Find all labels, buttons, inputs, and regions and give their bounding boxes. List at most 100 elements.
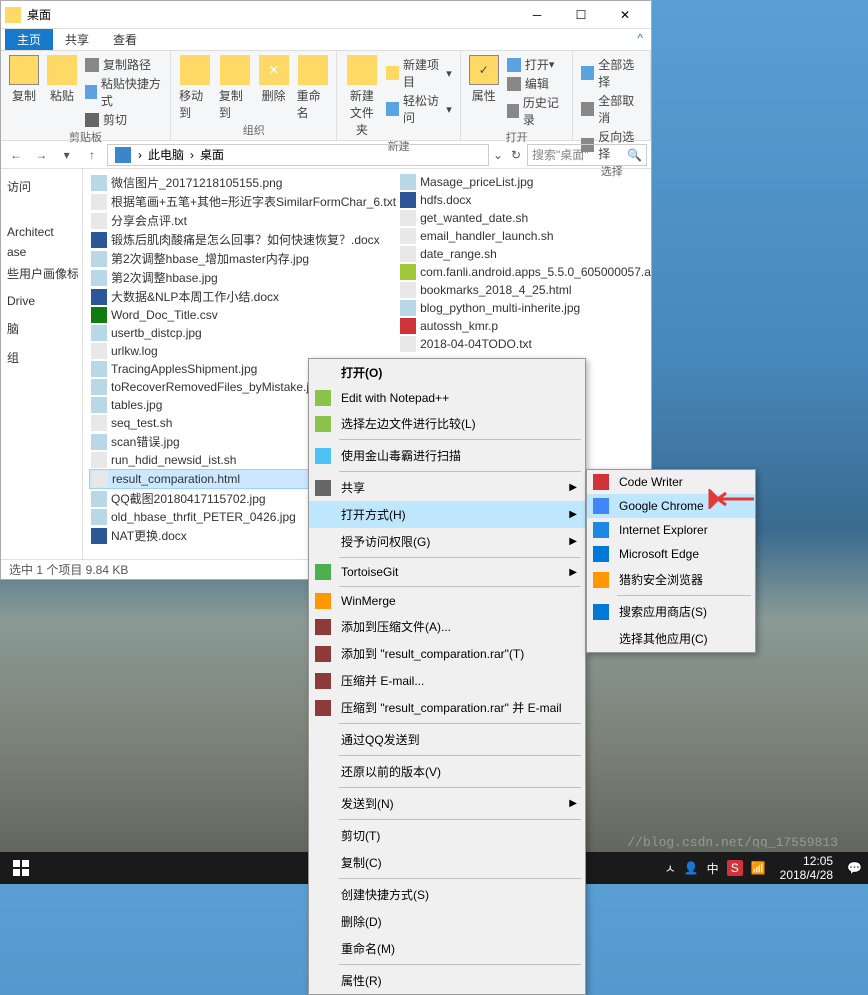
tab-home[interactable]: 主页	[5, 29, 53, 50]
menu-item[interactable]: 搜索应用商店(S)	[587, 598, 755, 625]
breadcrumb-dropdown[interactable]: ⌄	[493, 148, 503, 162]
refresh-button[interactable]: ↻	[505, 148, 527, 162]
file-item[interactable]: hdfs.docx	[398, 191, 651, 209]
easy-access-button[interactable]: 轻松访问 ▾	[386, 92, 451, 126]
menu-item[interactable]: 剪切(T)	[309, 822, 585, 849]
menu-item[interactable]: 打开方式(H)▶	[309, 501, 585, 528]
sidebar-item[interactable]: 些用户画像标签1	[5, 262, 78, 285]
start-button[interactable]	[6, 853, 36, 883]
menu-item[interactable]: 选择左边文件进行比较(L)	[309, 410, 585, 437]
file-item[interactable]: 第2次调整hbase_增加master内存.jpg	[89, 249, 398, 268]
menu-item[interactable]: 创建快捷方式(S)	[309, 881, 585, 908]
file-name: blog_python_multi-inherite.jpg	[420, 301, 580, 315]
file-item[interactable]: 微信图片_20171218105155.png	[89, 173, 398, 192]
open-button[interactable]: 打开 ▾	[507, 56, 565, 73]
rename-button[interactable]: 重命名	[297, 55, 329, 121]
tray-network-icon[interactable]: 📶	[751, 861, 766, 875]
close-button[interactable]: ✕	[603, 1, 647, 29]
file-item[interactable]: com.fanli.android.apps_5.5.0_605000057.a…	[398, 263, 651, 281]
menu-item[interactable]: 使用金山毒霸进行扫描	[309, 442, 585, 469]
forward-button[interactable]: →	[30, 148, 52, 162]
tray-up-icon[interactable]: ㅅ	[665, 860, 676, 877]
edit-button[interactable]: 编辑	[507, 75, 565, 92]
file-item[interactable]: 大数据&NLP本周工作小结.docx	[89, 287, 398, 306]
sidebar-item[interactable]: Architect	[5, 222, 78, 242]
menu-item[interactable]: 压缩并 E-mail...	[309, 667, 585, 694]
menu-item[interactable]: 猎豹安全浏览器	[587, 566, 755, 593]
menu-item[interactable]: 发送到(N)▶	[309, 790, 585, 817]
menu-item[interactable]: 共享▶	[309, 474, 585, 501]
file-item[interactable]: Masage_priceList.jpg	[398, 173, 651, 191]
file-item[interactable]: 第2次调整hbase.jpg	[89, 268, 398, 287]
file-item[interactable]: 2018-04-04TODO.txt	[398, 335, 651, 353]
menu-item[interactable]: 复制(C)	[309, 849, 585, 876]
new-item-button[interactable]: 新建项目 ▾	[386, 56, 451, 90]
moveto-button[interactable]: 移动到	[179, 55, 211, 121]
notifications-button[interactable]: 💬	[847, 861, 862, 875]
ribbon-expand-button[interactable]: ^	[629, 29, 651, 50]
tab-share[interactable]: 共享	[53, 29, 101, 50]
history-button[interactable]: 历史记录	[507, 94, 565, 128]
copy-path-button[interactable]: 复制路径	[85, 56, 162, 73]
file-item[interactable]: 锻炼后肌肉酸痛是怎么回事？如何快速恢复？.docx	[89, 230, 398, 249]
file-item[interactable]: 根据笔画+五笔+其他=形近字表SimilarFormChar_6.txt	[89, 192, 398, 211]
sidebar-item[interactable]: ase	[5, 242, 78, 262]
file-item[interactable]: autossh_kmr.p	[398, 317, 651, 335]
file-item[interactable]: Word_Doc_Title.csv	[89, 306, 398, 324]
new-folder-button[interactable]: 新建 文件夹	[345, 55, 378, 138]
file-item[interactable]: usertb_distcp.jpg	[89, 324, 398, 342]
menu-item[interactable]: 属性(R)	[309, 967, 585, 994]
file-item[interactable]: get_wanted_date.sh	[398, 209, 651, 227]
up-button[interactable]: ↑	[81, 148, 103, 162]
ime-indicator[interactable]: 中	[707, 860, 719, 877]
file-item[interactable]: email_handler_launch.sh	[398, 227, 651, 245]
menu-item[interactable]: 删除(D)	[309, 908, 585, 935]
file-item[interactable]: bookmarks_2018_4_25.html	[398, 281, 651, 299]
select-all-button[interactable]: 全部选择	[581, 56, 642, 90]
select-none-button[interactable]: 全部取消	[581, 92, 642, 126]
copy-button[interactable]: 复制	[9, 55, 39, 104]
menu-item[interactable]: 还原以前的版本(V)	[309, 758, 585, 785]
taskbar-clock[interactable]: 12:05 2018/4/28	[774, 854, 839, 883]
breadcrumb[interactable]: › 此电脑 › 桌面	[107, 144, 489, 166]
back-button[interactable]: ←	[5, 148, 27, 162]
menu-item[interactable]: 选择其他应用(C)	[587, 625, 755, 652]
menu-item-icon	[593, 498, 609, 514]
copyto-button[interactable]: 复制到	[219, 55, 251, 121]
menu-item[interactable]: Edit with Notepad++	[309, 386, 585, 410]
menu-item[interactable]: Microsoft Edge	[587, 542, 755, 566]
file-item[interactable]: blog_python_multi-inherite.jpg	[398, 299, 651, 317]
minimize-button[interactable]: ─	[515, 1, 559, 29]
tab-view[interactable]: 查看	[101, 29, 149, 50]
sidebar-item[interactable]: Drive	[5, 291, 78, 311]
cut-button[interactable]: 剪切	[85, 111, 162, 128]
menu-item[interactable]: 添加到 "result_comparation.rar"(T)	[309, 640, 585, 667]
properties-button[interactable]: ✓属性	[469, 55, 499, 104]
menu-item-label: 猎豹安全浏览器	[619, 571, 703, 588]
tray-s-icon[interactable]: S	[727, 860, 743, 876]
maximize-button[interactable]: ☐	[559, 1, 603, 29]
sidebar-item[interactable]: 脑	[5, 317, 78, 340]
menu-item[interactable]: 压缩到 "result_comparation.rar" 并 E-mail	[309, 694, 585, 721]
menu-item[interactable]: 打开(O)	[309, 359, 585, 386]
file-item[interactable]: 分享会点评.txt	[89, 211, 398, 230]
menu-item[interactable]: WinMerge	[309, 589, 585, 613]
paste-button[interactable]: 粘贴	[47, 55, 77, 104]
menu-item[interactable]: Internet Explorer	[587, 518, 755, 542]
breadcrumb-pc[interactable]: 此电脑	[148, 146, 184, 163]
file-item[interactable]: date_range.sh	[398, 245, 651, 263]
paste-shortcut-button[interactable]: 粘贴快捷方式	[85, 75, 162, 109]
menu-item[interactable]: TortoiseGit▶	[309, 560, 585, 584]
menu-item[interactable]: 添加到压缩文件(A)...	[309, 613, 585, 640]
menu-item-label: Google Chrome	[619, 499, 704, 513]
menu-item[interactable]: 通过QQ发送到	[309, 726, 585, 753]
breadcrumb-desktop[interactable]: 桌面	[200, 146, 224, 163]
tray-people-icon[interactable]: 👤	[684, 861, 699, 875]
delete-button[interactable]: ✕删除	[259, 55, 289, 104]
search-input[interactable]: 搜索"桌面" 🔍	[527, 144, 647, 166]
sidebar-item[interactable]: 访问	[5, 175, 78, 198]
sidebar-item[interactable]: 组	[5, 346, 78, 369]
recent-button[interactable]: ▾	[56, 148, 78, 162]
menu-item[interactable]: 重命名(M)	[309, 935, 585, 962]
menu-item[interactable]: 授予访问权限(G)▶	[309, 528, 585, 555]
